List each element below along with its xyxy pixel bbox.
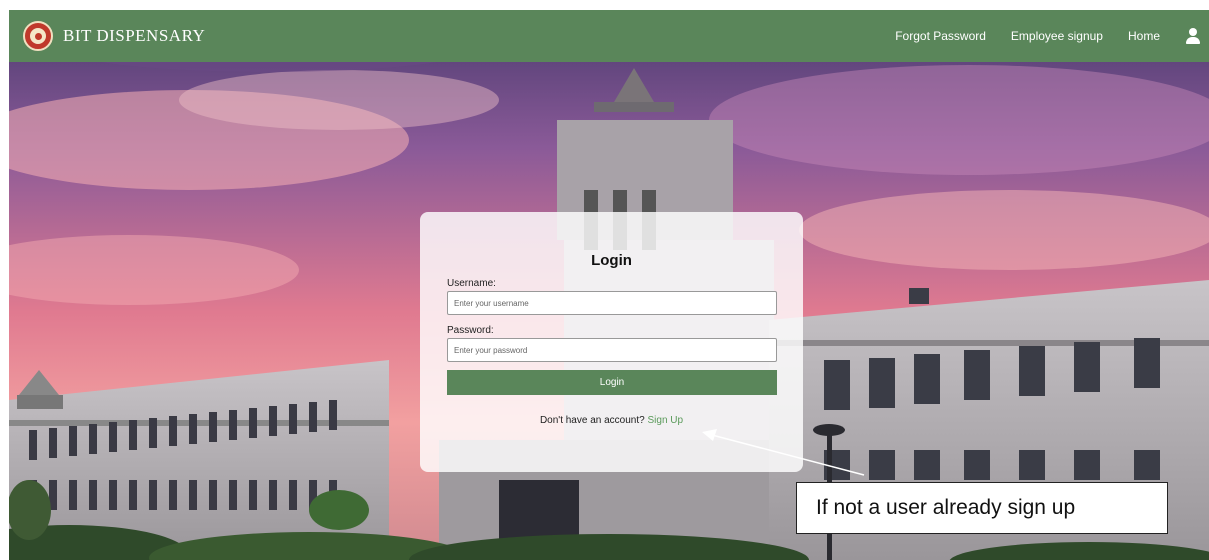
password-input[interactable]: [447, 338, 777, 362]
login-card: Login Username: Password: Login Don't ha…: [420, 212, 803, 472]
top-navbar: BIT DISPENSARY Forgot Password Employee …: [9, 10, 1209, 62]
college-seal-icon[interactable]: [23, 21, 53, 51]
annotation-text: If not a user already sign up: [816, 496, 1076, 519]
username-label: Username:: [447, 278, 496, 289]
employee-signup-link[interactable]: Employee signup: [1011, 29, 1103, 43]
browser-frame: BIT DISPENSARY Forgot Password Employee …: [9, 10, 1209, 560]
signup-link[interactable]: Sign Up: [647, 415, 683, 426]
password-label: Password:: [447, 325, 494, 336]
login-title: Login: [591, 252, 632, 269]
user-icon[interactable]: [1185, 27, 1201, 45]
login-button[interactable]: Login: [447, 370, 777, 395]
signup-prompt-line: Don't have an account? Sign Up: [447, 415, 776, 426]
username-input[interactable]: [447, 291, 777, 315]
home-link[interactable]: Home: [1128, 29, 1160, 43]
brand-name[interactable]: BIT DISPENSARY: [63, 26, 205, 46]
signup-prompt-text: Don't have an account?: [539, 415, 645, 426]
annotation-callout: If not a user already sign up: [796, 482, 1168, 534]
nav-links: Forgot Password Employee signup Home: [895, 27, 1209, 45]
forgot-password-link[interactable]: Forgot Password: [895, 29, 986, 43]
